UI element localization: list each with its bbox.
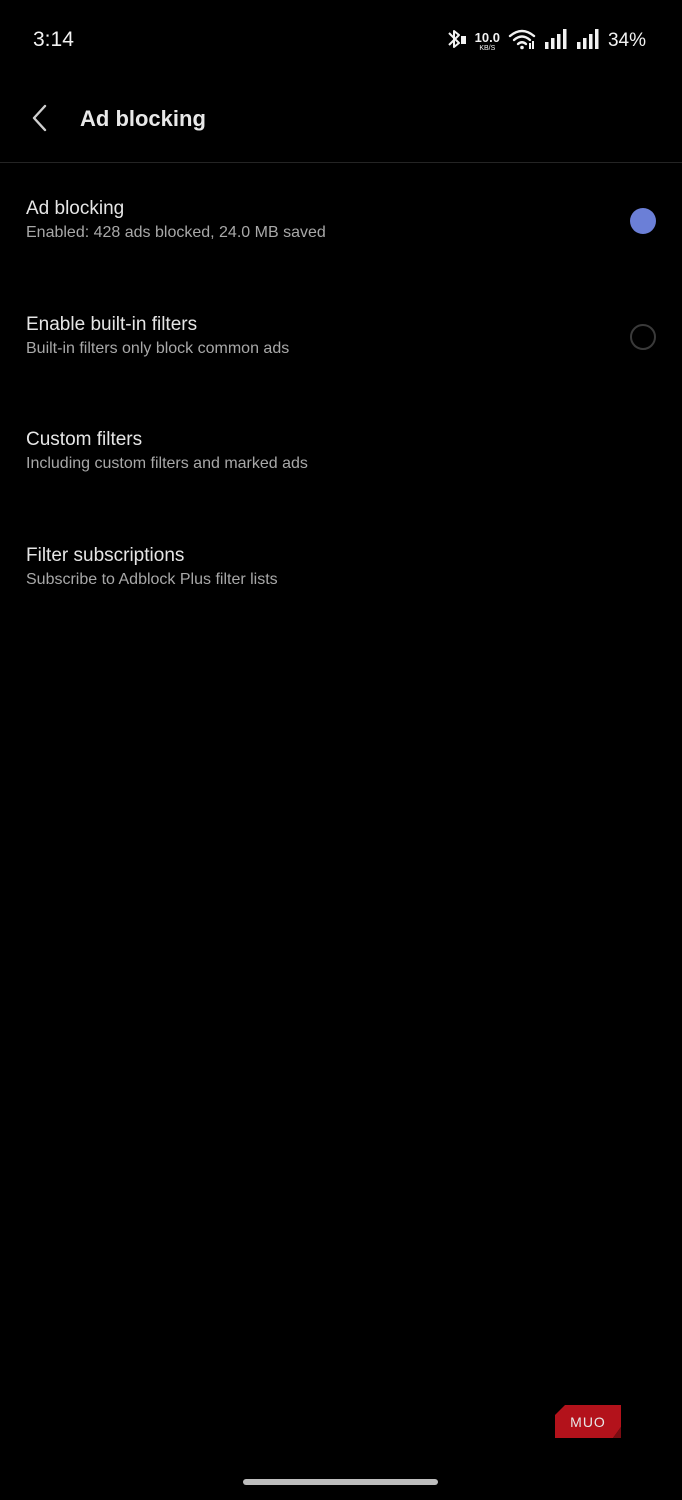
net-speed-unit: KB/S [479,44,496,52]
setting-title: Ad blocking [26,198,125,219]
signal-icon [576,28,600,55]
app-bar: Ad blocking [0,80,682,163]
bluetooth-icon [445,27,467,56]
settings-list: Ad blocking Enabled: 428 ads blocked, 24… [0,163,682,625]
watermark-text: MUO [570,1413,606,1430]
setting-title: Enable built-in filters [26,313,198,335]
page-title: Ad blocking [80,106,206,131]
status-bar: 3:14 10.0 KB/S 34% [0,0,682,80]
setting-subtitle: Enabled: 428 ads blocked, 24.0 MB saved [26,224,326,241]
setting-subtitle: Subscribe to Adblock Plus filter lists [26,570,278,588]
wifi-icon [508,28,536,55]
setting-subtitle: Built-in filters only block common ads [26,339,290,357]
status-icons: 10.0 KB/S 34% [445,26,646,56]
net-speed: 10.0 KB/S [475,31,500,52]
setting-title: Filter subscriptions [26,544,185,566]
home-indicator[interactable] [243,1479,438,1485]
ad-blocking-toggle[interactable] [630,208,656,234]
chevron-left-icon [30,103,50,138]
setting-title: Custom filters [26,429,143,450]
net-speed-value: 10.0 [474,29,500,45]
battery-level: 34% [607,30,646,51]
built-in-filters-toggle[interactable] [630,323,656,350]
watermark-logo: MUO [555,1405,621,1438]
setting-subtitle: Including custom filters and marked ads [26,455,308,472]
setting-filter-subscriptions[interactable]: Filter subscriptions Subscribe to Adbloc… [0,510,682,626]
status-time: 3:14 [33,28,74,51]
setting-built-in-filters[interactable]: Enable built-in filters Built-in filters… [0,279,682,395]
setting-custom-filters[interactable]: Custom filters Including custom filters … [0,394,682,510]
signal-icon [544,28,568,55]
back-button[interactable] [22,102,58,138]
setting-ad-blocking[interactable]: Ad blocking Enabled: 428 ads blocked, 24… [0,163,682,279]
